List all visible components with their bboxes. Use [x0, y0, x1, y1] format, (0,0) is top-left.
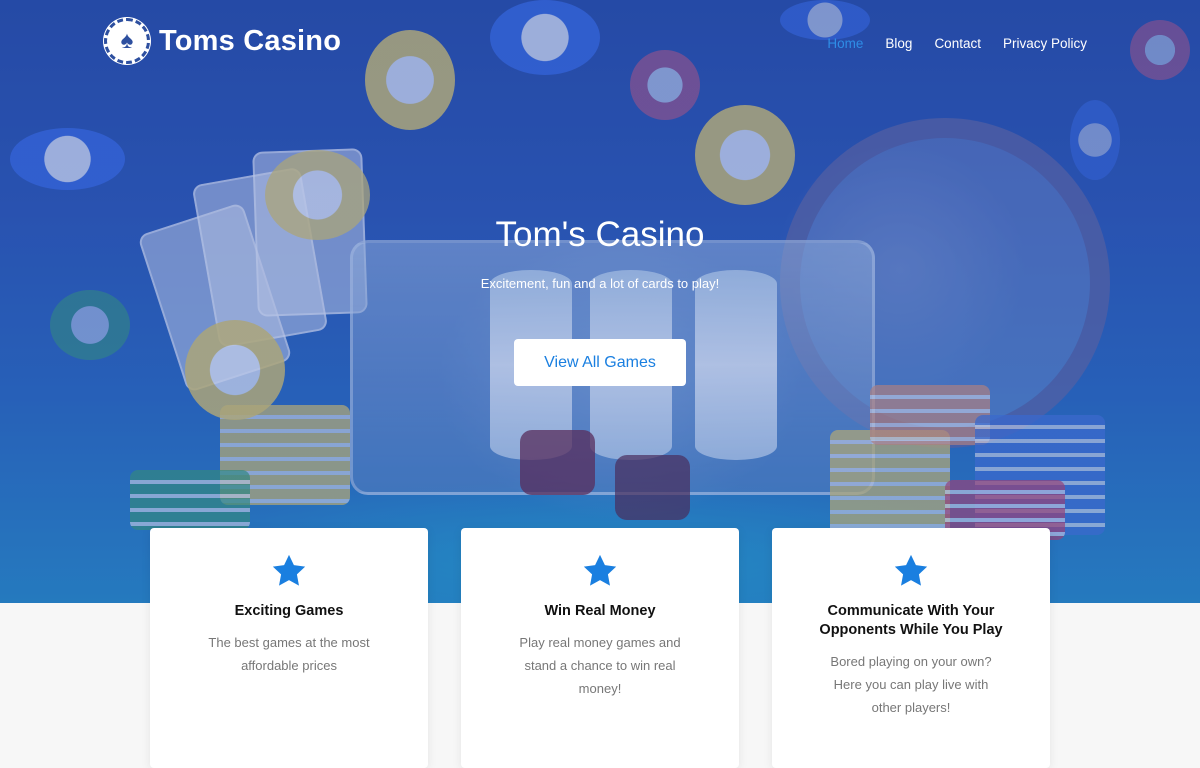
hero-overlay [0, 0, 1200, 603]
hero-title: Tom's Casino [495, 215, 705, 254]
feature-description: The best games at the most affordable pr… [208, 635, 370, 673]
star-icon [272, 554, 306, 586]
feature-description: Play real money games and stand a chance… [519, 635, 681, 696]
hero-section [0, 0, 1200, 603]
feature-card: Win Real Money Play real money games and… [461, 528, 739, 768]
feature-card: Communicate With Your Opponents While Yo… [772, 528, 1050, 768]
feature-card: Exciting Games The best games at the mos… [150, 528, 428, 768]
top-navigation: ♠ Toms Casino Home Blog Contact Privacy … [0, 0, 1200, 86]
feature-description: Bored playing on your own? Here you can … [830, 654, 992, 715]
view-all-games-button[interactable]: View All Games [514, 339, 686, 386]
main-menu: Home Blog Contact Privacy Policy [827, 36, 1087, 51]
feature-title: Win Real Money [544, 603, 656, 619]
nav-link-privacy-policy[interactable]: Privacy Policy [1003, 36, 1087, 51]
feature-title: Communicate With Your Opponents While Yo… [819, 603, 1003, 638]
spade-chip-icon: ♠ [103, 17, 151, 65]
site-logo[interactable]: ♠ Toms Casino [103, 17, 341, 65]
site-title: Toms Casino [159, 24, 342, 57]
hero-subtitle: Excitement, fun and a lot of cards to pl… [480, 276, 720, 291]
nav-link-home[interactable]: Home [827, 36, 863, 51]
star-icon [583, 554, 617, 586]
feature-title: Exciting Games [234, 603, 344, 619]
nav-link-blog[interactable]: Blog [885, 36, 912, 51]
star-icon [894, 554, 928, 586]
nav-link-contact[interactable]: Contact [934, 36, 981, 51]
